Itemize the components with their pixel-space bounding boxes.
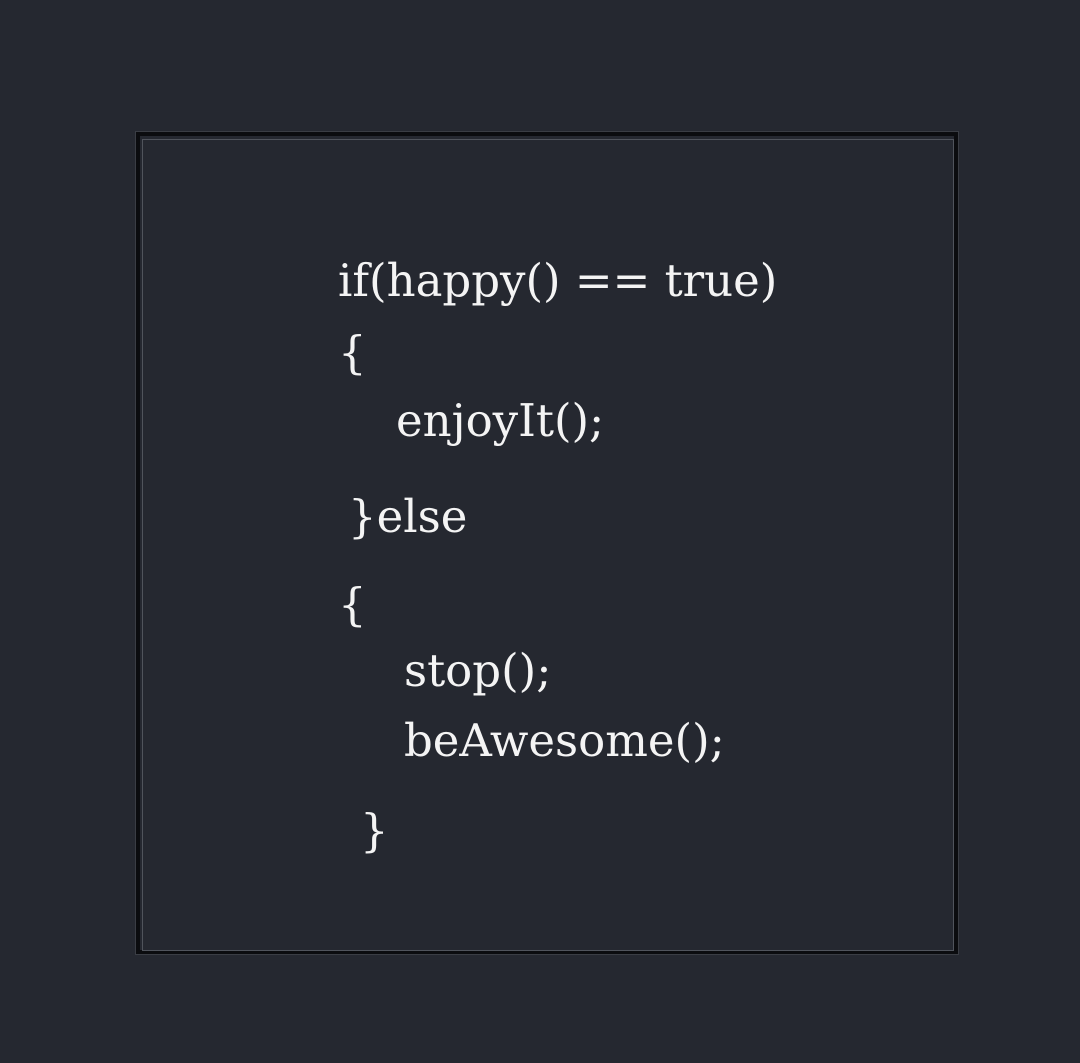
code-line-open-brace-else: {	[338, 578, 367, 631]
code-line-else: }else	[348, 490, 468, 543]
code-line-stop: stop();	[404, 644, 552, 697]
code-line-enjoy-it: enjoyIt();	[396, 394, 605, 447]
code-line-be-awesome: beAwesome();	[404, 714, 725, 767]
code-line-if-condition: if(happy() == true)	[338, 254, 778, 307]
code-line-open-brace: {	[338, 326, 367, 379]
code-line-close-brace: }	[360, 804, 389, 857]
